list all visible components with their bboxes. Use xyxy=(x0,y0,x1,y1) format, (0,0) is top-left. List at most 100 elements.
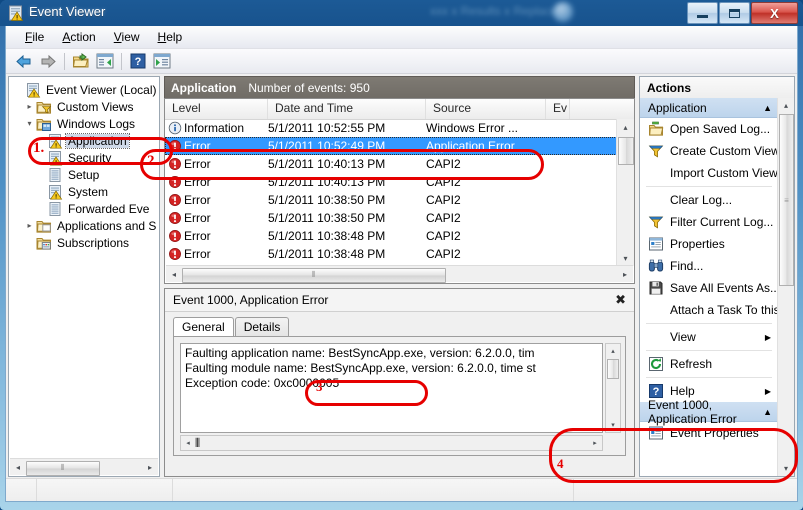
event-list-row[interactable]: Information 5/1/2011 10:52:55 PM Windows E… xyxy=(165,119,617,137)
forward-icon[interactable] xyxy=(36,50,60,72)
tree-item-system[interactable]: System xyxy=(9,183,159,200)
actions-scroll-up-arrow[interactable]: ▴ xyxy=(778,98,794,113)
tree-item-event-viewer-local[interactable]: Event Viewer (Local) xyxy=(9,81,159,98)
collapse-arrow-icon[interactable]: ▾ xyxy=(24,115,35,132)
detail-text-area[interactable]: Faulting application name: BestSyncApp.e… xyxy=(180,343,603,433)
column-header-date-and-time[interactable]: Date and Time xyxy=(268,99,426,119)
event-list-row[interactable]: Error 5/1/2011 10:38:48 PM CAPI2 xyxy=(165,245,617,263)
action-item-filter-current-log[interactable]: Filter Current Log... xyxy=(640,211,778,233)
minimize-button[interactable] xyxy=(687,2,718,24)
detail-body-line: Faulting module name: BestSyncApp.exe, v… xyxy=(185,361,536,375)
detail-tab-general[interactable]: General xyxy=(173,317,234,338)
event-list-horizontal-scrollbar[interactable]: ◂ ⫴ ▸ xyxy=(166,265,633,283)
event-list-row[interactable]: Error 5/1/2011 10:38:48 PM CAPI2 xyxy=(165,227,617,245)
detail-horizontal-scrollbar[interactable]: ◂ ⫴ ▸ xyxy=(180,435,603,451)
help-icon[interactable]: ? xyxy=(126,50,150,72)
event-list-scroll-left-arrow[interactable]: ◂ xyxy=(166,267,182,282)
tree-item-security[interactable]: Security xyxy=(9,149,159,166)
event-list-scroll-right-arrow[interactable]: ▸ xyxy=(617,267,633,282)
tree-scroll-thumb[interactable]: ⫴ xyxy=(26,460,100,476)
action-item-open-saved-log[interactable]: Open Saved Log... xyxy=(640,118,778,140)
submenu-arrow-icon: ▶ xyxy=(764,332,771,342)
error-icon xyxy=(166,210,184,226)
event-list-row[interactable]: Error 5/1/2011 10:38:50 PM CAPI2 xyxy=(165,209,617,227)
action-item-create-custom-view[interactable]: Create Custom View... xyxy=(640,140,778,162)
actions-group-application[interactable]: Application ▲ xyxy=(640,98,778,118)
event-list-scroll-down-arrow[interactable]: ▾ xyxy=(617,250,634,266)
event-list-row[interactable]: Error 5/1/2011 10:52:49 PM Application Err… xyxy=(165,137,617,155)
action-item-view[interactable]: View ▶ xyxy=(640,326,778,348)
action-item-refresh[interactable]: Refresh xyxy=(640,353,778,375)
tree-horizontal-scrollbar[interactable]: ◂ ⫴ ▸ xyxy=(10,458,158,476)
menu-file-label: ile xyxy=(32,30,45,44)
open-folder-icon[interactable] xyxy=(69,50,93,72)
actions-separator xyxy=(646,350,772,351)
properties-icon xyxy=(646,424,666,442)
tree-scroll-track[interactable]: ⫴ xyxy=(26,460,142,476)
actions-group-event[interactable]: Event 1000, Application Error ▲ xyxy=(640,398,778,426)
event-list-scroll-thumb[interactable] xyxy=(618,137,634,165)
show-hide-console-tree-icon[interactable] xyxy=(93,50,117,72)
detail-hscroll-thumb[interactable]: ⫴ xyxy=(195,436,398,450)
event-level-cell: Error xyxy=(184,247,211,261)
detail-hscroll-right-arrow[interactable]: ▸ xyxy=(588,436,602,450)
tree-scroll-right-arrow[interactable]: ▸ xyxy=(142,460,158,475)
collapse-arrow-icon[interactable]: ▲ xyxy=(763,407,772,417)
menu-help[interactable]: Help xyxy=(149,27,192,47)
detail-scroll-thumb[interactable] xyxy=(607,359,619,379)
close-button[interactable]: X xyxy=(751,2,798,24)
action-item-save-all-events-as[interactable]: Save All Events As... xyxy=(640,277,778,299)
actions-vertical-scrollbar[interactable]: ▴ ≡ ▾ xyxy=(777,98,794,476)
back-icon[interactable] xyxy=(12,50,36,72)
detail-close-icon[interactable]: ✖ xyxy=(613,292,628,308)
detail-tab-details[interactable]: Details xyxy=(234,317,290,337)
status-bar xyxy=(6,478,797,501)
actions-scroll-thumb[interactable]: ≡ xyxy=(779,114,794,286)
action-item-properties[interactable]: Properties xyxy=(640,233,778,255)
maximize-button[interactable] xyxy=(719,2,750,24)
expand-arrow-icon[interactable]: ▸ xyxy=(24,98,35,115)
tree-item-application[interactable]: Application xyxy=(9,132,159,149)
menu-action[interactable]: Action xyxy=(53,27,104,47)
event-datetime-cell: 5/1/2011 10:38:50 PM xyxy=(268,193,386,207)
detail-vertical-scrollbar[interactable]: ▴ ▾ xyxy=(605,343,621,433)
action-item-import-custom-view[interactable]: Import Custom View... xyxy=(640,162,778,184)
tree-item-subscriptions[interactable]: Subscriptions xyxy=(9,234,159,251)
actions-scroll-down-arrow[interactable]: ▾ xyxy=(778,461,794,476)
detail-scroll-down-arrow[interactable]: ▾ xyxy=(606,418,620,432)
event-list-row[interactable]: Error 5/1/2011 10:40:13 PM CAPI2 xyxy=(165,173,617,191)
tree-item-label: System xyxy=(68,184,109,199)
toolbar-separator-1 xyxy=(64,52,65,70)
tree-item-custom-views[interactable]: ▸ Custom Views xyxy=(9,98,159,115)
detail-hscroll-track[interactable]: ⫴ xyxy=(195,436,588,450)
event-list-row[interactable]: Error 5/1/2011 10:38:50 PM CAPI2 xyxy=(165,191,617,209)
event-datetime-cell: 5/1/2011 10:38:48 PM xyxy=(268,229,386,243)
action-item-attach-a-task-to-this-log[interactable]: Attach a Task To this Log... xyxy=(640,299,778,321)
event-list-row[interactable]: Error 5/1/2011 10:40:13 PM CAPI2 xyxy=(165,155,617,173)
tree-item-forwarded-eve[interactable]: Forwarded Eve xyxy=(9,200,159,217)
detail-hscroll-left-arrow[interactable]: ◂ xyxy=(181,436,195,450)
event-list-hscroll-thumb[interactable]: ⫴ xyxy=(182,267,446,283)
show-hide-preview-pane-icon[interactable] xyxy=(150,50,174,72)
column-header-source[interactable]: Source xyxy=(426,99,546,119)
action-item-event-properties[interactable]: Event Properties xyxy=(640,422,778,444)
tree-item-setup[interactable]: Setup xyxy=(9,166,159,183)
event-list-scroll-up-arrow[interactable]: ▴ xyxy=(617,119,634,135)
action-item-find[interactable]: Find... xyxy=(640,255,778,277)
collapse-arrow-icon[interactable]: ▲ xyxy=(763,103,772,113)
menu-view[interactable]: View xyxy=(105,27,149,47)
column-header-level[interactable]: Level xyxy=(165,99,268,119)
tree-item-applications-and-s[interactable]: ▸ Applications and S xyxy=(9,217,159,234)
action-item-clear-log[interactable]: Clear Log... xyxy=(640,189,778,211)
column-header-ev[interactable]: Ev xyxy=(546,99,570,119)
tree-item-windows-logs[interactable]: ▾ Windows Logs xyxy=(9,115,159,132)
action-icon-placeholder xyxy=(646,301,666,319)
tree-scroll-left-arrow[interactable]: ◂ xyxy=(10,460,26,475)
menu-file[interactable]: File xyxy=(16,27,53,47)
event-list-hscroll-track[interactable]: ⫴ xyxy=(182,267,617,283)
custom-views-folder-icon xyxy=(35,99,52,115)
event-list-vertical-scrollbar[interactable]: ▴ ▾ xyxy=(616,119,634,266)
detail-title: Event 1000, Application Error xyxy=(173,293,329,307)
expand-arrow-icon[interactable]: ▸ xyxy=(24,217,35,234)
detail-scroll-up-arrow[interactable]: ▴ xyxy=(606,344,620,358)
